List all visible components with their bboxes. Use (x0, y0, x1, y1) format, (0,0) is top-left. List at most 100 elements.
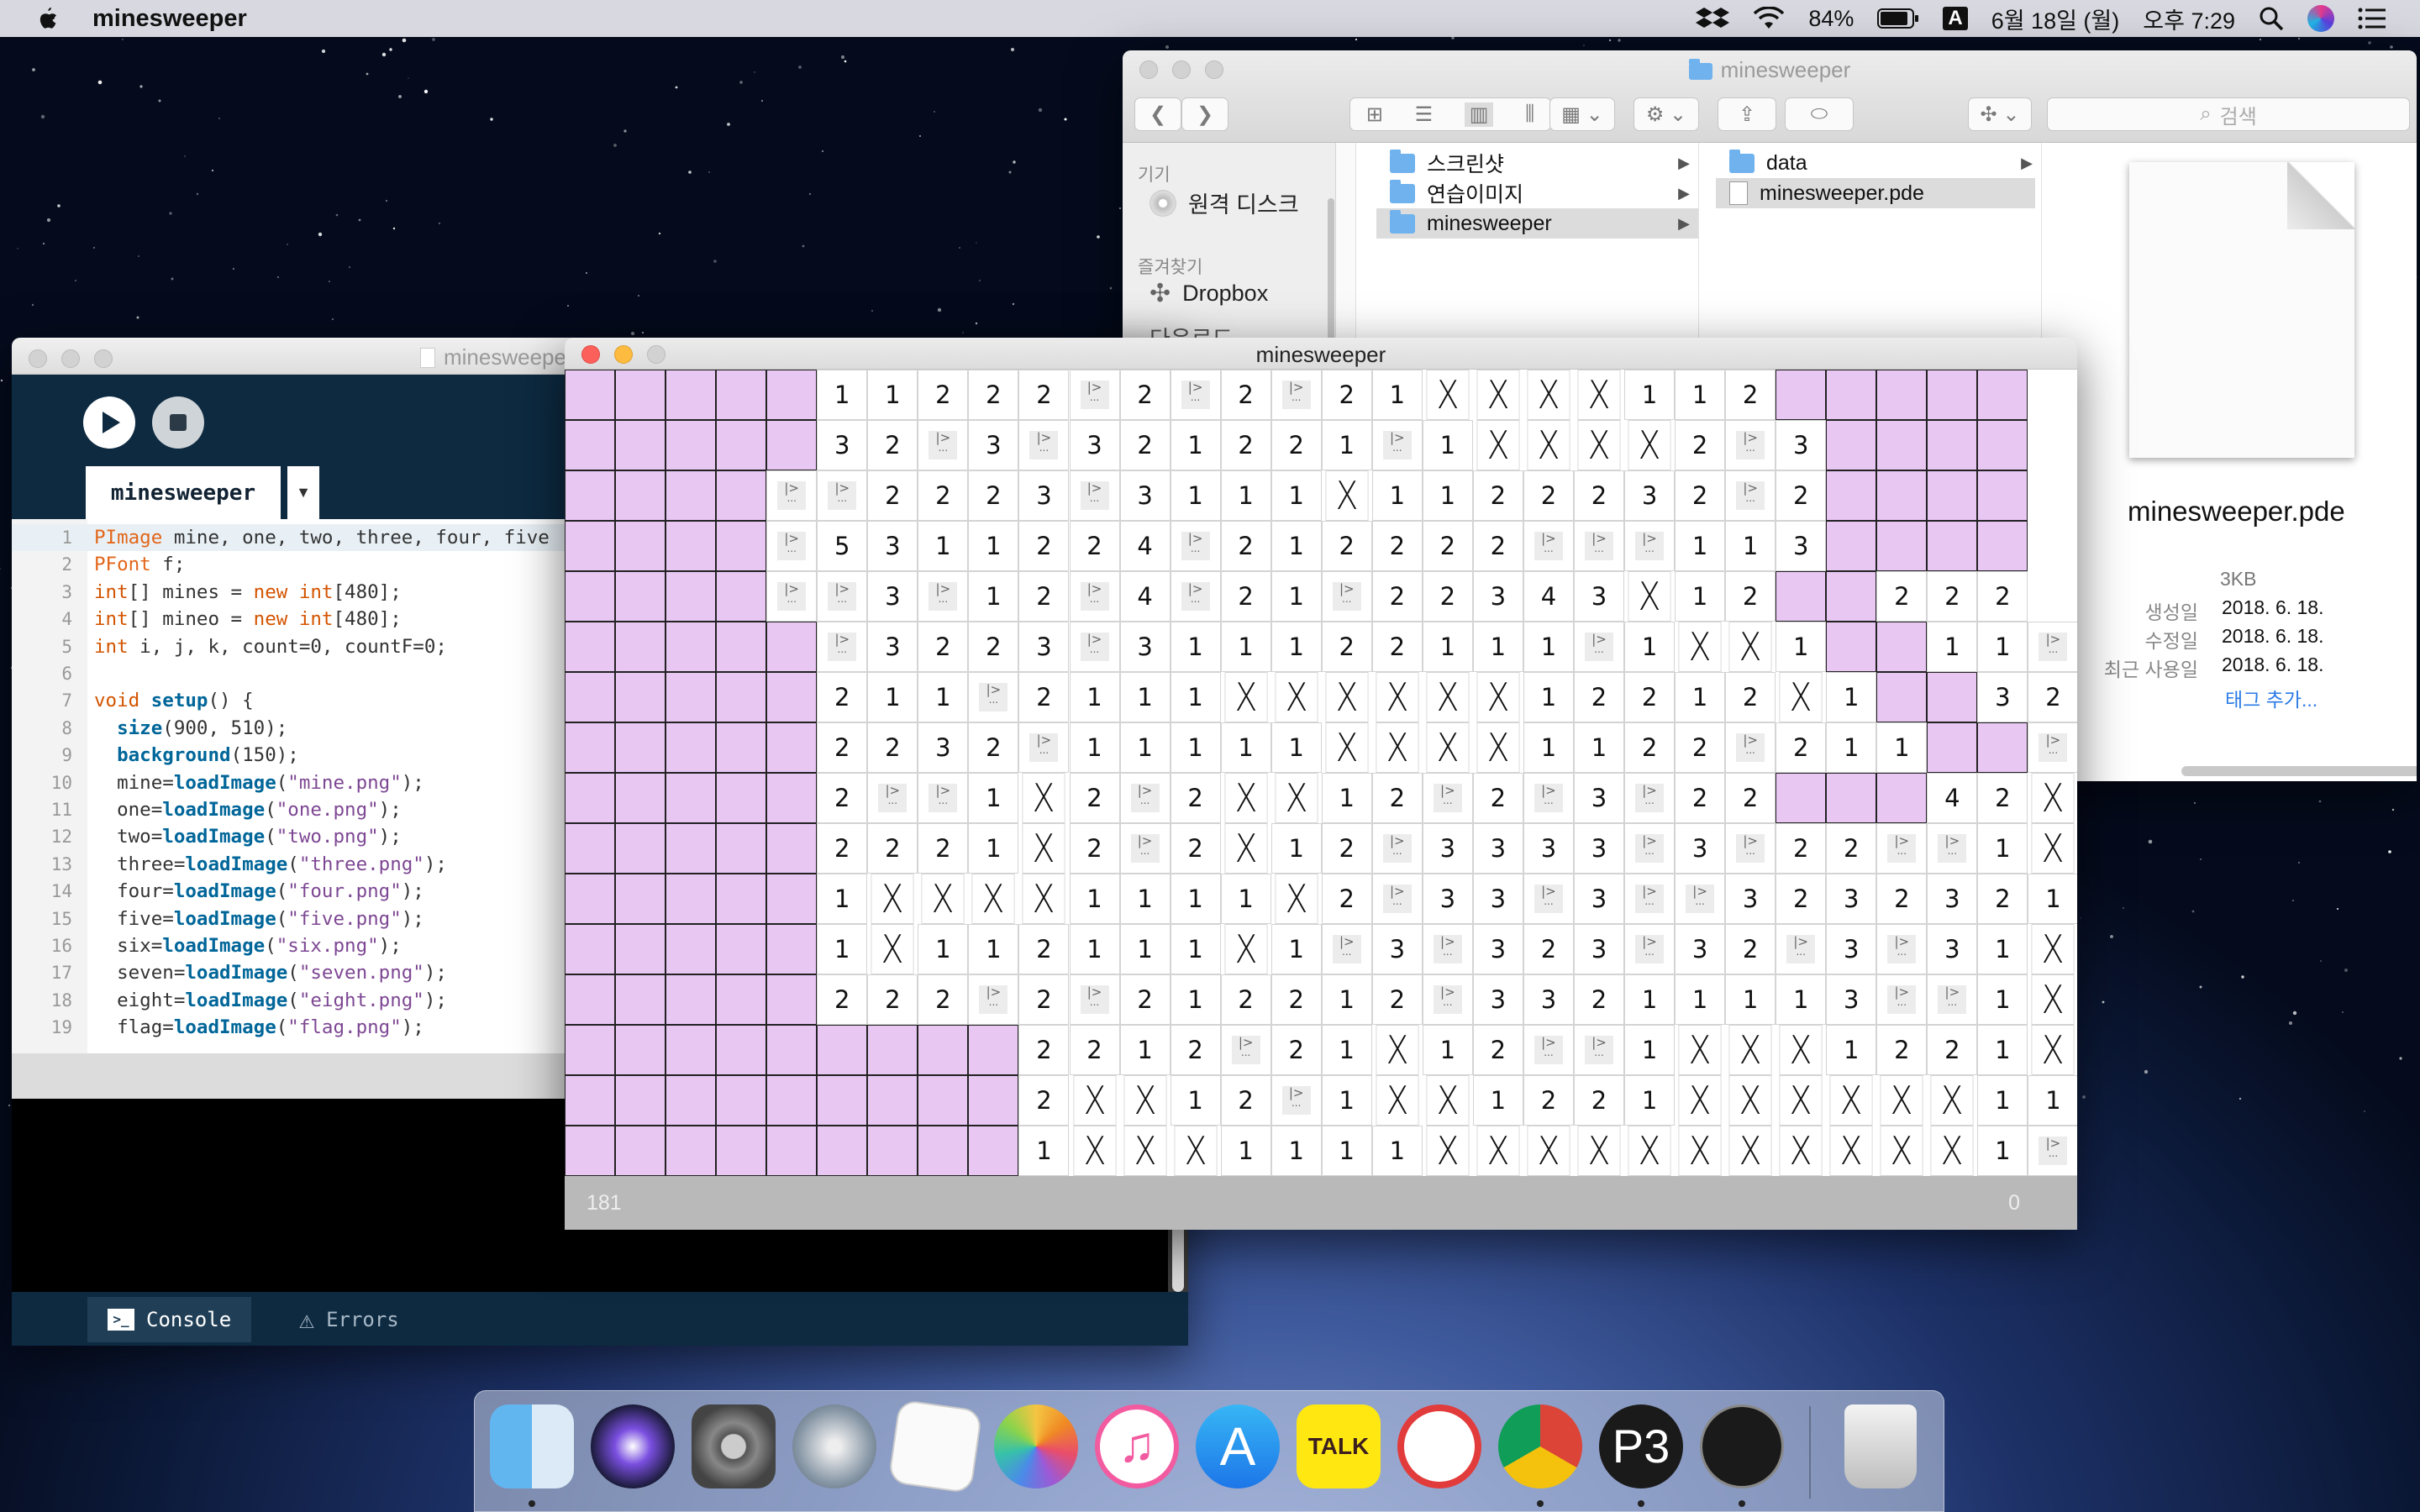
mine-cell[interactable]: X (1325, 672, 1369, 722)
number-cell[interactable]: 2 (1069, 521, 1120, 571)
mine-cell[interactable]: X (871, 874, 914, 924)
hidden-cell[interactable] (1927, 420, 1978, 470)
mine-cell[interactable]: X (1527, 1126, 1570, 1176)
flag-cell[interactable] (1371, 874, 1423, 924)
number-cell[interactable]: 2 (1371, 773, 1423, 823)
mine-cell[interactable]: X (1426, 722, 1470, 773)
number-cell[interactable]: 3 (1776, 521, 1827, 571)
input-source-icon[interactable]: A (1943, 7, 1968, 30)
hidden-cell[interactable] (716, 1075, 767, 1126)
mine-cell[interactable]: X (2031, 773, 2075, 823)
flag-cell[interactable] (1624, 773, 1676, 823)
hidden-cell[interactable] (766, 722, 818, 773)
number-cell[interactable]: 4 (1927, 773, 1978, 823)
hidden-cell[interactable] (766, 370, 818, 420)
hidden-cell[interactable] (918, 1126, 969, 1176)
hidden-cell[interactable] (666, 672, 717, 722)
number-cell[interactable]: 3 (968, 420, 1019, 470)
photos-icon[interactable] (994, 1404, 1078, 1488)
hidden-cell[interactable] (766, 974, 818, 1025)
number-cell[interactable]: 2 (867, 974, 918, 1025)
number-cell[interactable]: 1 (1270, 571, 1322, 622)
number-cell[interactable]: 2 (1977, 773, 2028, 823)
number-cell[interactable]: 3 (1472, 874, 1523, 924)
mine-cell[interactable]: X (1224, 823, 1268, 874)
number-cell[interactable]: 1 (1675, 370, 1726, 420)
hidden-cell[interactable] (1927, 521, 1978, 571)
number-cell[interactable]: 1 (1977, 622, 2028, 672)
number-cell[interactable]: 1 (1321, 1025, 1372, 1075)
number-cell[interactable]: 1 (968, 924, 1019, 974)
number-cell[interactable]: 3 (1927, 924, 1978, 974)
flag-cell[interactable] (1876, 823, 1928, 874)
mine-cell[interactable]: X (1527, 420, 1570, 470)
hidden-cell[interactable] (615, 1075, 666, 1126)
sidebar-item-dropbox[interactable]: ✣ Dropbox (1150, 279, 1268, 308)
menubar-time[interactable]: 오후 7:29 (2143, 3, 2235, 35)
number-cell[interactable]: 1 (1422, 622, 1473, 672)
number-cell[interactable]: 2 (1220, 571, 1271, 622)
reminders-icon[interactable] (887, 1399, 983, 1494)
hidden-cell[interactable] (666, 974, 717, 1025)
number-cell[interactable]: 3 (1574, 571, 1624, 622)
hidden-cell[interactable] (716, 672, 767, 722)
number-cell[interactable]: 3 (1776, 420, 1827, 470)
number-cell[interactable]: 1 (1119, 672, 1171, 722)
number-cell[interactable]: 3 (1472, 924, 1523, 974)
number-cell[interactable]: 1 (1675, 571, 1726, 622)
mine-cell[interactable]: X (1476, 420, 1520, 470)
number-cell[interactable]: 3 (1826, 874, 1877, 924)
flag-cell[interactable] (968, 974, 1019, 1025)
number-cell[interactable]: 3 (867, 622, 918, 672)
flag-cell[interactable] (1574, 622, 1624, 672)
number-cell[interactable]: 2 (1776, 874, 1827, 924)
hidden-cell[interactable] (1826, 571, 1877, 622)
hidden-cell[interactable] (766, 420, 818, 470)
number-cell[interactable]: 2 (1876, 1025, 1928, 1075)
flag-cell[interactable] (1725, 420, 1776, 470)
number-cell[interactable]: 2 (1422, 521, 1473, 571)
number-cell[interactable]: 2 (1675, 722, 1726, 773)
number-cell[interactable]: 1 (1624, 974, 1676, 1025)
hidden-cell[interactable] (716, 1126, 767, 1176)
number-cell[interactable]: 2 (968, 370, 1019, 420)
hidden-cell[interactable] (565, 974, 615, 1025)
mine-cell[interactable]: X (1678, 1025, 1722, 1075)
number-cell[interactable]: 2 (867, 420, 918, 470)
flag-cell[interactable] (2028, 1126, 2077, 1176)
mine-cell[interactable]: X (1628, 571, 1671, 622)
number-cell[interactable]: 1 (968, 521, 1019, 571)
share-button[interactable]: ⇪ (1718, 97, 1776, 131)
hidden-cell[interactable] (666, 420, 717, 470)
flag-cell[interactable] (1069, 974, 1120, 1025)
group-button[interactable]: ▦ ⌄ (1549, 97, 1615, 131)
number-cell[interactable]: 3 (1826, 974, 1877, 1025)
number-cell[interactable]: 2 (1220, 1075, 1271, 1126)
number-cell[interactable]: 2 (918, 823, 969, 874)
trash-icon[interactable] (1844, 1404, 1917, 1488)
mine-cell[interactable]: X (1779, 672, 1823, 722)
number-cell[interactable]: 2 (1270, 1025, 1322, 1075)
number-cell[interactable]: 3 (817, 420, 868, 470)
mine-cell[interactable]: X (1678, 622, 1722, 672)
number-cell[interactable]: 1 (1170, 420, 1221, 470)
flag-cell[interactable] (817, 470, 868, 521)
number-cell[interactable]: 2 (1776, 823, 1827, 874)
chrome-icon[interactable] (1498, 1404, 1582, 1488)
flag-cell[interactable] (1270, 370, 1322, 420)
number-cell[interactable]: 2 (1018, 571, 1070, 622)
number-cell[interactable]: 3 (1523, 974, 1574, 1025)
number-cell[interactable]: 1 (1371, 370, 1423, 420)
battery-icon[interactable] (1877, 8, 1919, 29)
hidden-cell[interactable] (867, 1025, 918, 1075)
hidden-cell[interactable] (716, 370, 767, 420)
number-cell[interactable]: 2 (1321, 622, 1372, 672)
mine-cell[interactable]: X (1376, 672, 1419, 722)
number-cell[interactable]: 2 (1472, 1025, 1523, 1075)
number-cell[interactable]: 1 (1321, 1075, 1372, 1126)
number-cell[interactable]: 3 (1472, 974, 1523, 1025)
hidden-cell[interactable] (716, 924, 767, 974)
number-cell[interactable]: 2 (1371, 521, 1423, 571)
mine-cell[interactable]: X (1577, 1126, 1621, 1176)
hidden-cell[interactable] (565, 370, 615, 420)
